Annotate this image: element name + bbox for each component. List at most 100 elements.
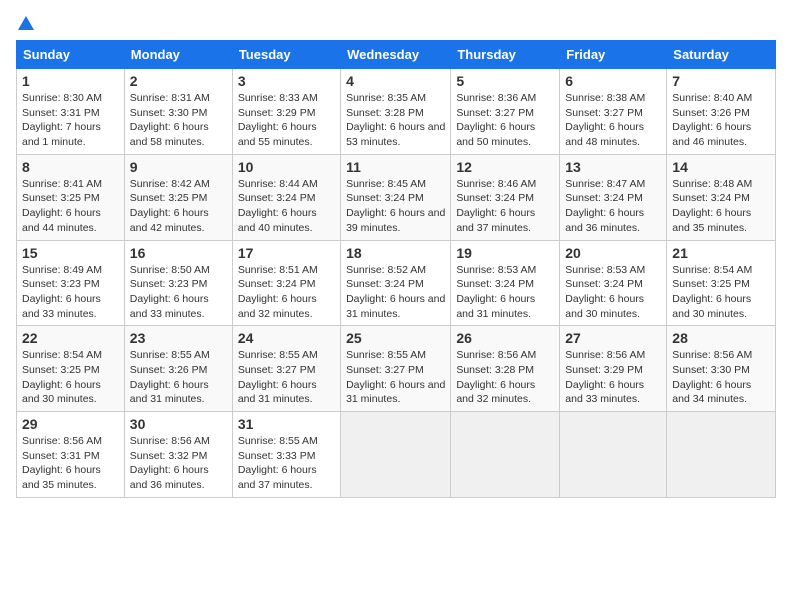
week-row-5: 29 Sunrise: 8:56 AMSunset: 3:31 PMDayligh…	[17, 412, 776, 498]
date-number: 31	[238, 416, 335, 432]
cell-info: Sunrise: 8:54 AMSunset: 3:25 PMDaylight:…	[22, 349, 102, 405]
cell-info: Sunrise: 8:56 AMSunset: 3:28 PMDaylight:…	[456, 349, 536, 405]
cell-info: Sunrise: 8:56 AMSunset: 3:30 PMDaylight:…	[672, 349, 752, 405]
cell-info: Sunrise: 8:47 AMSunset: 3:24 PMDaylight:…	[565, 178, 645, 234]
date-number: 16	[130, 245, 227, 261]
day-header-friday: Friday	[560, 41, 667, 69]
cell-info: Sunrise: 8:53 AMSunset: 3:24 PMDaylight:…	[456, 264, 536, 320]
cell-info: Sunrise: 8:54 AMSunset: 3:25 PMDaylight:…	[672, 264, 752, 320]
day-headers-row: SundayMondayTuesdayWednesdayThursdayFrid…	[17, 41, 776, 69]
cell-info: Sunrise: 8:56 AMSunset: 3:31 PMDaylight:…	[22, 435, 102, 491]
calendar-cell	[451, 412, 560, 498]
calendar-cell: 3Sunrise: 8:33 AMSunset: 3:29 PMDaylight…	[232, 69, 340, 155]
calendar-cell: 5 Sunrise: 8:36 AMSunset: 3:27 PMDaylight…	[451, 69, 560, 155]
cell-info: Sunrise: 8:45 AMSunset: 3:24 PMDaylight:…	[346, 178, 445, 234]
calendar-cell: 21Sunrise: 8:54 AMSunset: 3:25 PMDayligh…	[667, 240, 776, 326]
date-number: 24	[238, 330, 335, 346]
day-header-saturday: Saturday	[667, 41, 776, 69]
cell-info: Sunrise: 8:40 AMSunset: 3:26 PMDaylight:…	[672, 92, 752, 148]
cell-info: Sunrise: 8:36 AMSunset: 3:27 PMDaylight:…	[456, 92, 536, 148]
date-number: 23	[130, 330, 227, 346]
week-row-2: 8 Sunrise: 8:41 AMSunset: 3:25 PMDaylight…	[17, 154, 776, 240]
date-number: 3	[238, 73, 335, 89]
date-number: 22	[22, 330, 119, 346]
date-number: 1	[22, 73, 119, 89]
cell-info: Sunrise: 8:55 AMSunset: 3:33 PMDaylight:…	[238, 435, 318, 491]
calendar-cell: 4 Sunrise: 8:35 AMSunset: 3:28 PMDaylight…	[341, 69, 451, 155]
week-row-3: 15 Sunrise: 8:49 AMSunset: 3:23 PMDayligh…	[17, 240, 776, 326]
calendar-cell: 1 Sunrise: 8:30 AMSunset: 3:31 PMDaylight…	[17, 69, 125, 155]
date-number: 5	[456, 73, 554, 89]
logo-triangle-icon	[18, 16, 34, 30]
day-header-thursday: Thursday	[451, 41, 560, 69]
date-number: 15	[22, 245, 119, 261]
calendar-cell: 29 Sunrise: 8:56 AMSunset: 3:31 PMDayligh…	[17, 412, 125, 498]
date-number: 27	[565, 330, 661, 346]
cell-info: Sunrise: 8:55 AMSunset: 3:27 PMDaylight:…	[238, 349, 318, 405]
cell-info: Sunrise: 8:46 AMSunset: 3:24 PMDaylight:…	[456, 178, 536, 234]
cell-info: Sunrise: 8:31 AMSunset: 3:30 PMDaylight:…	[130, 92, 210, 148]
calendar-cell: 16 Sunrise: 8:50 AMSunset: 3:23 PMDayligh…	[124, 240, 232, 326]
date-number: 12	[456, 159, 554, 175]
day-header-wednesday: Wednesday	[341, 41, 451, 69]
logo	[16, 16, 34, 32]
calendar-cell: 11 Sunrise: 8:45 AMSunset: 3:24 PMDayligh…	[341, 154, 451, 240]
calendar-cell: 28 Sunrise: 8:56 AMSunset: 3:30 PMDayligh…	[667, 326, 776, 412]
date-number: 25	[346, 330, 445, 346]
date-number: 2	[130, 73, 227, 89]
cell-info: Sunrise: 8:53 AMSunset: 3:24 PMDaylight:…	[565, 264, 645, 320]
cell-info: Sunrise: 8:52 AMSunset: 3:24 PMDaylight:…	[346, 264, 445, 320]
cell-info: Sunrise: 8:35 AMSunset: 3:28 PMDaylight:…	[346, 92, 445, 148]
date-number: 30	[130, 416, 227, 432]
day-header-monday: Monday	[124, 41, 232, 69]
date-number: 13	[565, 159, 661, 175]
calendar-cell: 14 Sunrise: 8:48 AMSunset: 3:24 PMDayligh…	[667, 154, 776, 240]
calendar-cell: 20Sunrise: 8:53 AMSunset: 3:24 PMDayligh…	[560, 240, 667, 326]
cell-info: Sunrise: 8:30 AMSunset: 3:31 PMDaylight:…	[22, 92, 102, 148]
date-number: 28	[672, 330, 770, 346]
date-number: 18	[346, 245, 445, 261]
date-number: 8	[22, 159, 119, 175]
date-number: 9	[130, 159, 227, 175]
week-row-1: 1 Sunrise: 8:30 AMSunset: 3:31 PMDaylight…	[17, 69, 776, 155]
date-number: 14	[672, 159, 770, 175]
calendar-cell: 31 Sunrise: 8:55 AMSunset: 3:33 PMDayligh…	[232, 412, 340, 498]
calendar-cell: 10Sunrise: 8:44 AMSunset: 3:24 PMDayligh…	[232, 154, 340, 240]
calendar-cell: 9 Sunrise: 8:42 AMSunset: 3:25 PMDaylight…	[124, 154, 232, 240]
calendar-cell	[667, 412, 776, 498]
cell-info: Sunrise: 8:56 AMSunset: 3:32 PMDaylight:…	[130, 435, 210, 491]
calendar-cell: 19 Sunrise: 8:53 AMSunset: 3:24 PMDayligh…	[451, 240, 560, 326]
cell-info: Sunrise: 8:38 AMSunset: 3:27 PMDaylight:…	[565, 92, 645, 148]
cell-info: Sunrise: 8:48 AMSunset: 3:24 PMDaylight:…	[672, 178, 752, 234]
cell-info: Sunrise: 8:55 AMSunset: 3:27 PMDaylight:…	[346, 349, 445, 405]
calendar-cell: 17 Sunrise: 8:51 AMSunset: 3:24 PMDayligh…	[232, 240, 340, 326]
date-number: 17	[238, 245, 335, 261]
date-number: 11	[346, 159, 445, 175]
cell-info: Sunrise: 8:56 AMSunset: 3:29 PMDaylight:…	[565, 349, 645, 405]
calendar-cell: 23Sunrise: 8:55 AMSunset: 3:26 PMDayligh…	[124, 326, 232, 412]
cell-info: Sunrise: 8:41 AMSunset: 3:25 PMDaylight:…	[22, 178, 102, 234]
cell-info: Sunrise: 8:49 AMSunset: 3:23 PMDaylight:…	[22, 264, 102, 320]
date-number: 6	[565, 73, 661, 89]
day-header-sunday: Sunday	[17, 41, 125, 69]
calendar-cell: 30 Sunrise: 8:56 AMSunset: 3:32 PMDayligh…	[124, 412, 232, 498]
calendar-cell: 12 Sunrise: 8:46 AMSunset: 3:24 PMDayligh…	[451, 154, 560, 240]
calendar-cell: 25 Sunrise: 8:55 AMSunset: 3:27 PMDayligh…	[341, 326, 451, 412]
date-number: 19	[456, 245, 554, 261]
calendar-cell: 2 Sunrise: 8:31 AMSunset: 3:30 PMDaylight…	[124, 69, 232, 155]
cell-info: Sunrise: 8:51 AMSunset: 3:24 PMDaylight:…	[238, 264, 318, 320]
day-header-tuesday: Tuesday	[232, 41, 340, 69]
date-number: 29	[22, 416, 119, 432]
calendar-cell: 13 Sunrise: 8:47 AMSunset: 3:24 PMDayligh…	[560, 154, 667, 240]
calendar-cell: 22 Sunrise: 8:54 AMSunset: 3:25 PMDayligh…	[17, 326, 125, 412]
cell-info: Sunrise: 8:50 AMSunset: 3:23 PMDaylight:…	[130, 264, 210, 320]
cell-info: Sunrise: 8:42 AMSunset: 3:25 PMDaylight:…	[130, 178, 210, 234]
calendar-cell	[341, 412, 451, 498]
date-number: 7	[672, 73, 770, 89]
calendar-cell: 6 Sunrise: 8:38 AMSunset: 3:27 PMDaylight…	[560, 69, 667, 155]
date-number: 10	[238, 159, 335, 175]
date-number: 4	[346, 73, 445, 89]
calendar-cell	[560, 412, 667, 498]
calendar-cell: 8 Sunrise: 8:41 AMSunset: 3:25 PMDaylight…	[17, 154, 125, 240]
date-number: 26	[456, 330, 554, 346]
